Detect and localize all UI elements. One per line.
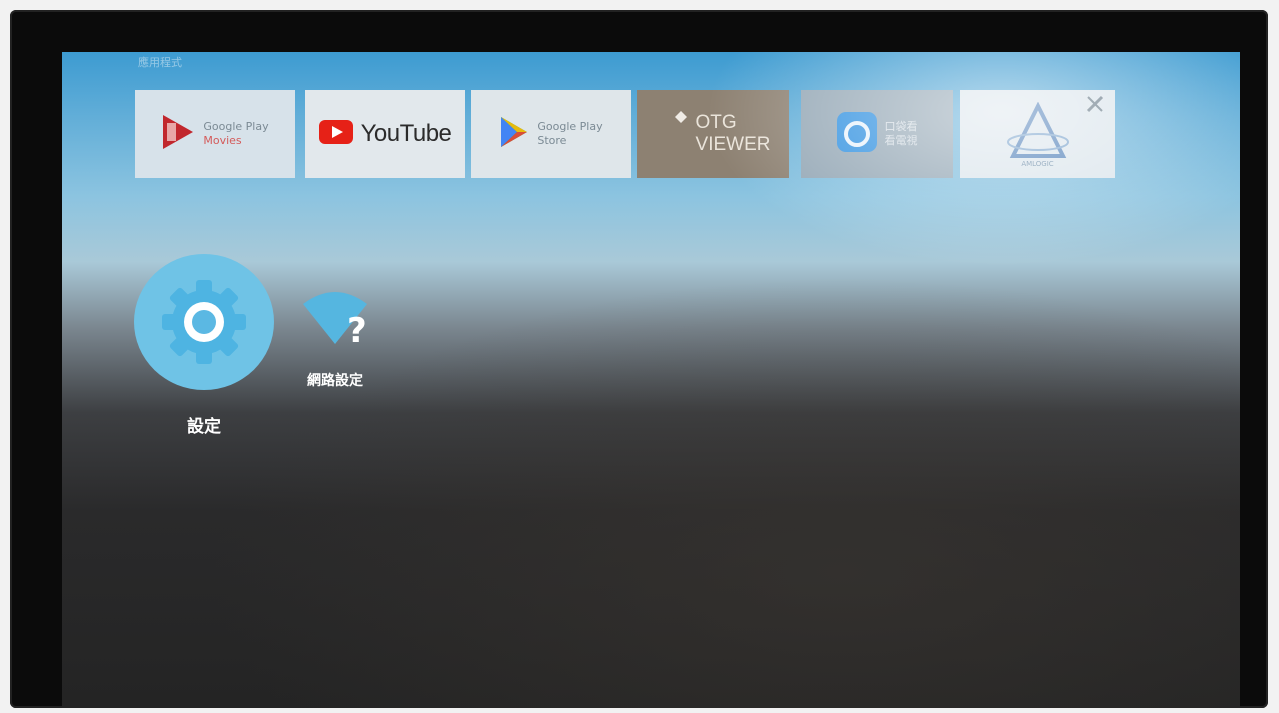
settings-gear-icon [134,254,274,390]
otg-line1: OTG [695,112,737,133]
otg-viewer-label: OTG VIEWER [696,112,771,156]
app-logo-icon [836,112,877,156]
youtube-logo-icon [318,120,353,148]
play-store-label: Google Play Store [537,120,602,148]
tv-screen: 應用程式 Google Play Movies YouTube Google P… [62,52,1240,708]
settings-label: 設定 [187,417,221,437]
tools-icon [1085,94,1105,118]
tile-google-play-store[interactable]: Google Play Store [471,90,631,178]
play-movies-label: Google Play Movies [203,120,268,148]
blue-app-line1: 口袋看 [884,120,918,133]
tv-bezel: 應用程式 Google Play Movies YouTube Google P… [10,10,1268,708]
apps-row-title: 應用程式 [138,56,182,69]
youtube-label: YouTube [360,120,452,147]
tile-google-play-movies[interactable]: Google Play Movies [135,90,295,178]
diamond-icon [675,108,687,127]
play-store-icon [499,115,529,153]
tile-otg-viewer[interactable]: OTG VIEWER [637,90,789,178]
svg-text:?: ? [347,311,367,350]
play-movies-line2: Movies [203,134,242,147]
amlogic-label: AMLOGIC [1021,160,1054,168]
play-movies-line1: Google Play [203,120,269,133]
play-movies-icon [161,113,195,155]
wifi-question-icon: ? [295,286,375,354]
network-settings-app[interactable]: ? 網路設定 [290,286,380,390]
otg-line2: VIEWER [695,134,771,155]
play-store-line1: Google Play [537,120,603,133]
play-store-line2: Store [537,134,567,147]
blue-app-label: 口袋看 看電視 [885,120,918,148]
blue-app-line2: 看電視 [884,134,918,147]
network-settings-label: 網路設定 [307,373,363,389]
tile-amlogic[interactable]: AMLOGIC [960,90,1115,178]
settings-app[interactable]: 設定 [132,254,276,437]
amlogic-logo-icon [1003,101,1073,166]
tile-youtube[interactable]: YouTube [305,90,465,178]
tile-blue-app[interactable]: 口袋看 看電視 [801,90,953,178]
